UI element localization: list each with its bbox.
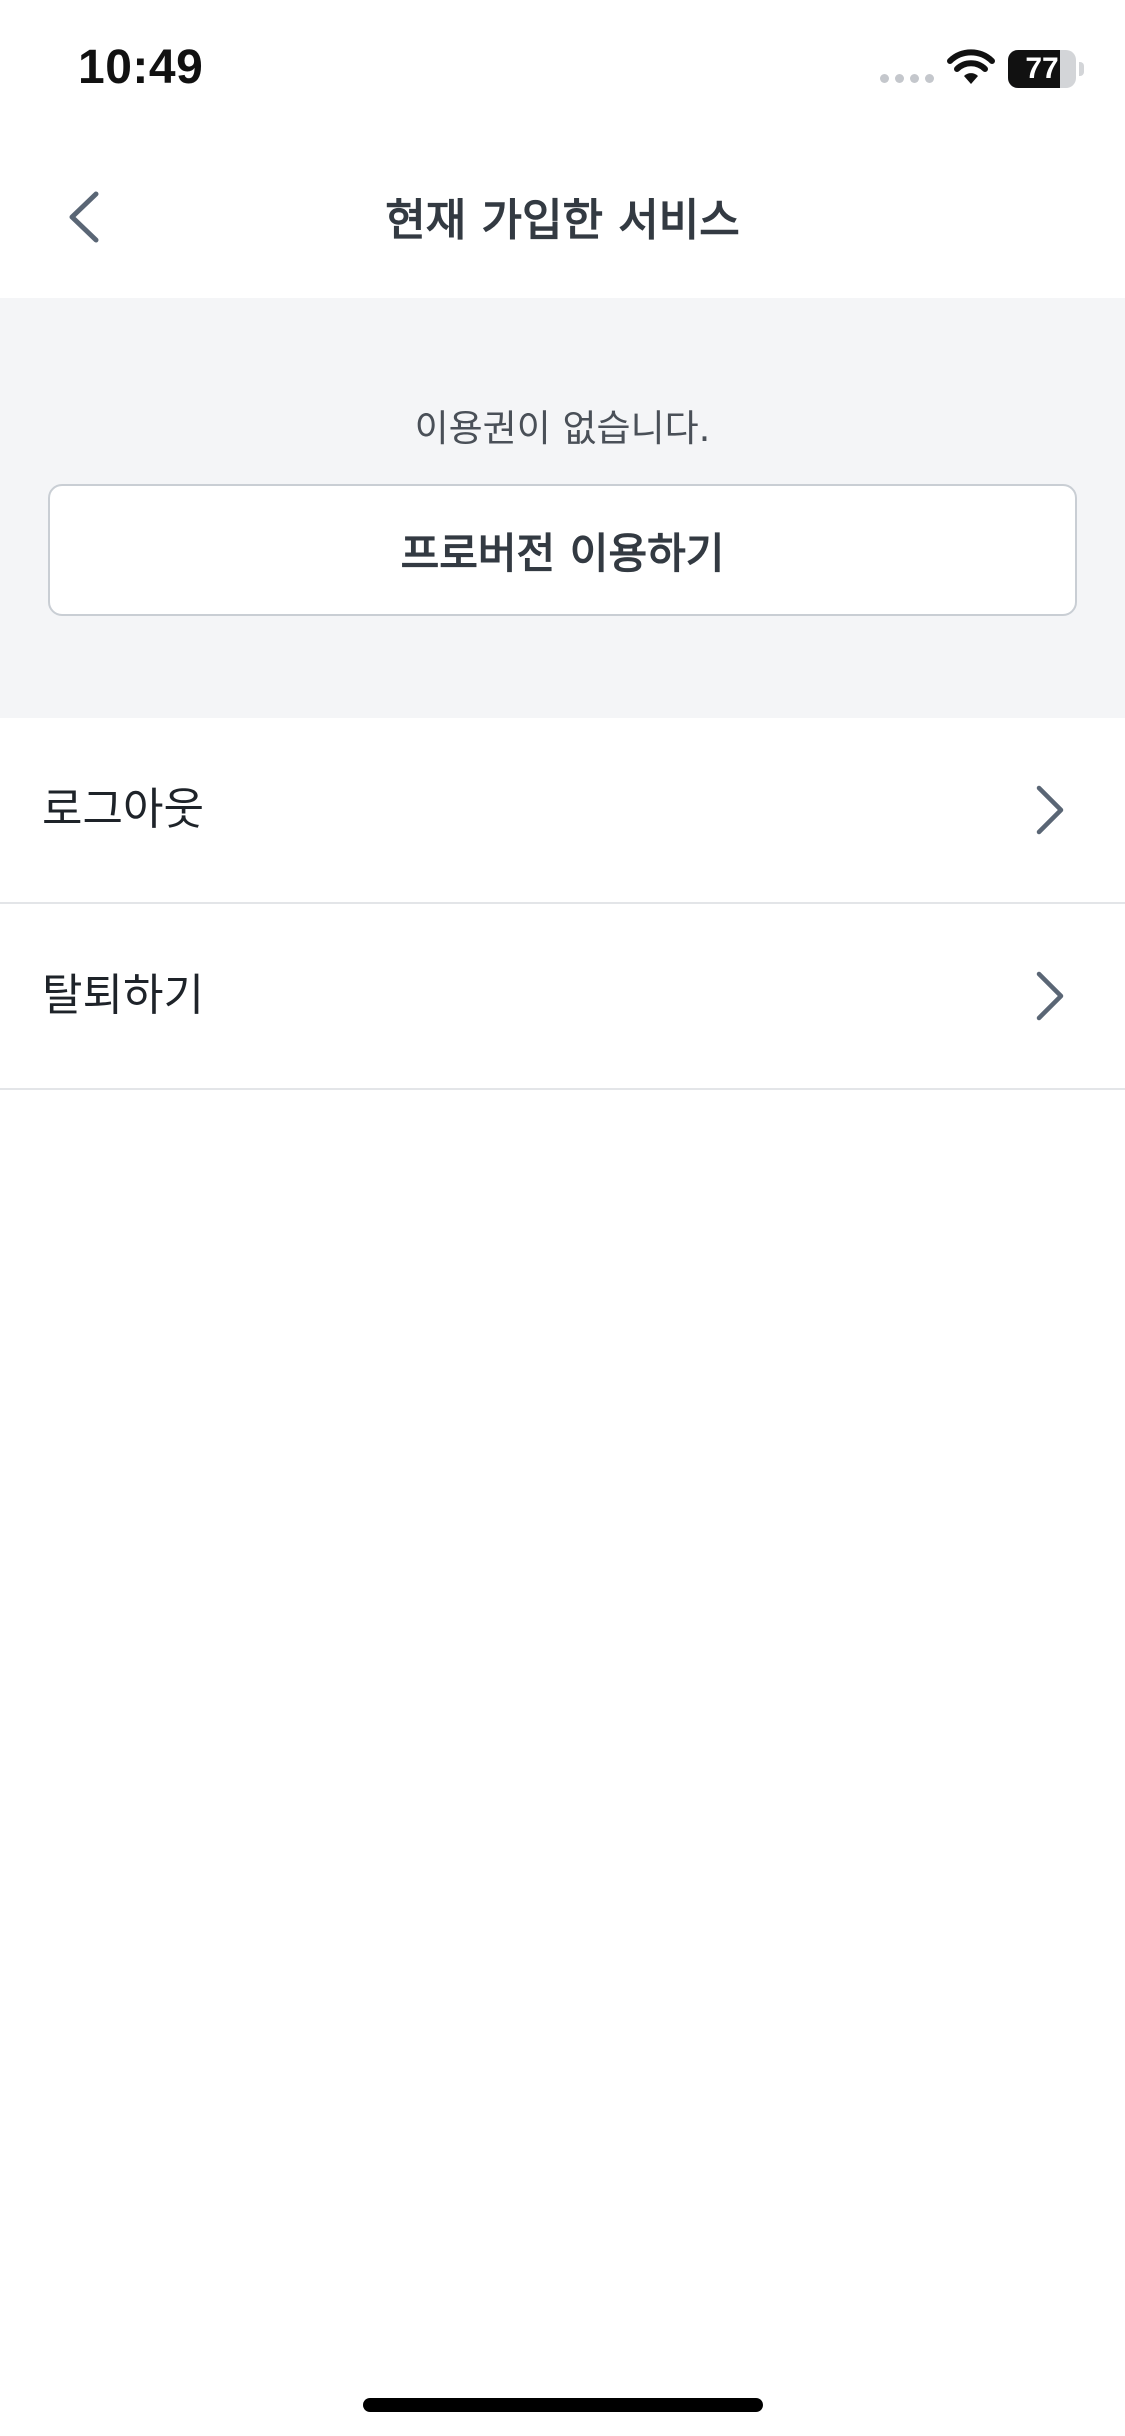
account-menu-list: 로그아웃 탈퇴하기 bbox=[0, 718, 1125, 1090]
cellular-signal-icon bbox=[880, 74, 934, 83]
page-title: 현재 가입한 서비스 bbox=[385, 195, 740, 246]
menu-item-logout[interactable]: 로그아웃 bbox=[0, 718, 1125, 904]
pro-button-label: 프로버전 이용하기 bbox=[400, 528, 725, 578]
menu-item-label: 로그아웃 bbox=[42, 784, 204, 835]
use-pro-version-button[interactable]: 프로버전 이용하기 bbox=[48, 484, 1077, 616]
no-subscription-message: 이용권이 없습니다. bbox=[414, 407, 711, 450]
navigation-header: 현재 가입한 서비스 bbox=[0, 132, 1125, 298]
chevron-right-icon bbox=[1036, 785, 1064, 835]
battery-icon: 77 bbox=[1008, 50, 1084, 88]
menu-item-withdraw[interactable]: 탈퇴하기 bbox=[0, 904, 1125, 1090]
home-indicator[interactable] bbox=[363, 2398, 763, 2412]
status-time: 10:49 bbox=[78, 41, 204, 94]
account-service-screen: 10:49 77 현재 가입한 서비스 이용권이 없습니다. 프로버전 이용하기… bbox=[0, 0, 1125, 2436]
menu-item-label: 탈퇴하기 bbox=[42, 970, 204, 1021]
battery-level: 77 bbox=[1025, 52, 1059, 85]
wifi-icon bbox=[947, 49, 995, 84]
subscription-panel: 이용권이 없습니다. 프로버전 이용하기 bbox=[0, 298, 1125, 718]
chevron-right-icon bbox=[1036, 971, 1064, 1021]
status-bar: 10:49 77 bbox=[0, 0, 1125, 132]
